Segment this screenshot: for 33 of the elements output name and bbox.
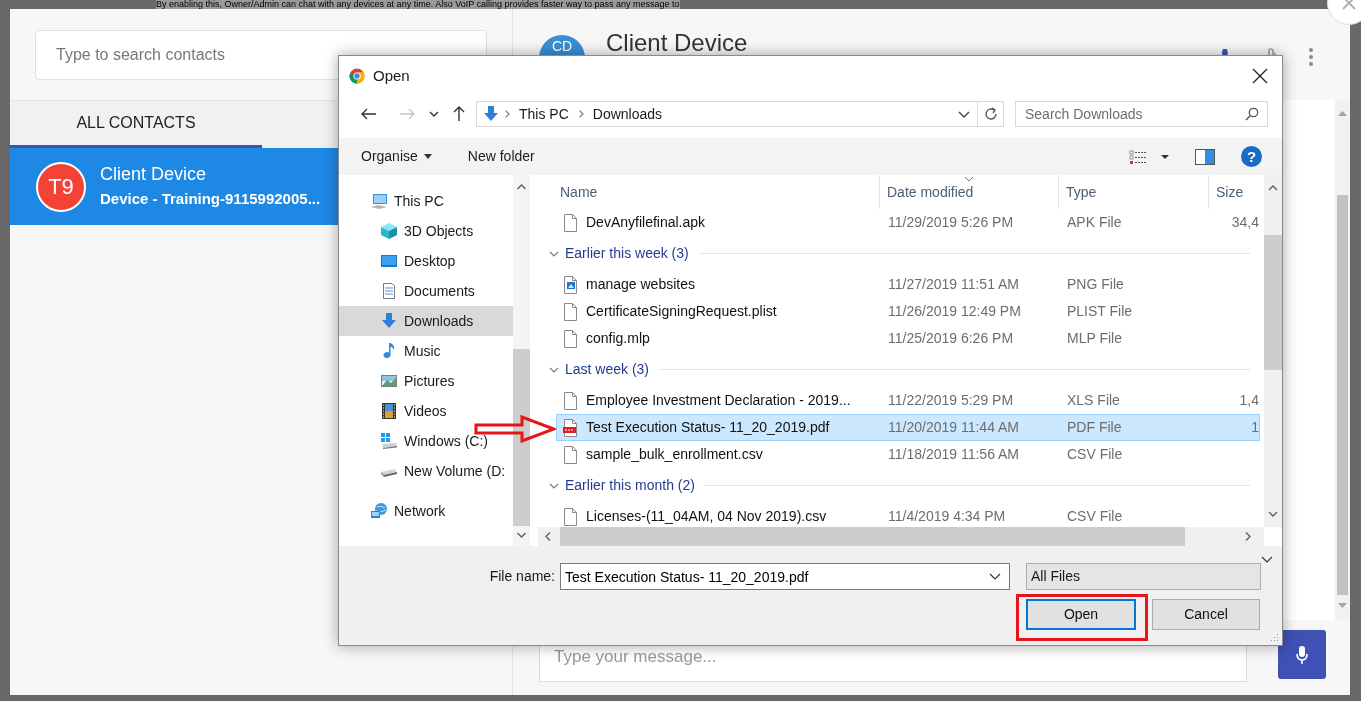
file-name-cell: sample_bulk_enrollment.csv bbox=[557, 444, 881, 465]
contact-name: Client Device bbox=[100, 163, 208, 185]
chat-title: Client Device bbox=[606, 28, 748, 58]
size-cell-text: 1 bbox=[1250, 418, 1259, 437]
type-cell-text: XLS File bbox=[1066, 391, 1121, 410]
date-cell-text: 11/26/2019 12:49 PM bbox=[887, 302, 1022, 321]
date-cell-text: 11/20/2019 11:44 AM bbox=[887, 418, 1021, 437]
type-cell-text: PLIST File bbox=[1066, 302, 1134, 321]
contact-subtitle: Device - Training-9115992005... bbox=[100, 189, 321, 209]
date-cell-text: 11/27/2019 11:51 AM bbox=[887, 275, 1021, 294]
notice-text: By enabling this, Owner/Admin can chat with any devices at any time. Also VoIP calling provides faster way to pass any message to bbox=[156, 0, 680, 9]
file-name-cell: Employee Investment Declaration - 2019... bbox=[557, 390, 881, 411]
date-cell-text: 11/25/2019 6:26 PM bbox=[887, 329, 1015, 348]
file-name-label: File name: bbox=[488, 567, 555, 586]
date-cell-text: 11/4/2019 4:34 PM bbox=[887, 507, 1007, 526]
date-cell-text: 11/18/2019 11:56 AM bbox=[887, 445, 1021, 464]
file-name-cell: DevAnyfilefinal.apk bbox=[557, 212, 881, 233]
type-cell-text: CSV File bbox=[1066, 445, 1124, 464]
type-cell-text: APK File bbox=[1066, 213, 1123, 232]
date-cell-text: 11/29/2019 5:26 PM bbox=[887, 213, 1015, 232]
type-cell-text: CSV File bbox=[1066, 507, 1124, 526]
type-cell-text: PNG File bbox=[1066, 275, 1125, 294]
type-cell-text: MLP File bbox=[1066, 329, 1123, 348]
file-name-cell: Licenses-(11_04AM, 04 Nov 2019).csv bbox=[557, 506, 881, 527]
type-cell-text: PDF File bbox=[1066, 418, 1123, 437]
size-cell-text: 34,4 bbox=[1230, 213, 1259, 232]
size-cell-text: 1,4 bbox=[1238, 391, 1259, 410]
avatar: T9 bbox=[36, 161, 86, 212]
date-cell-text: 11/22/2019 5:29 PM bbox=[887, 391, 1015, 410]
file-name-cell: manage websites bbox=[557, 274, 881, 295]
file-name-cell: Test Execution Status- 11_20_2019.pdf bbox=[557, 417, 881, 438]
file-name-cell: config.mlp bbox=[557, 328, 881, 349]
file-name-cell: CertificateSigningRequest.plist bbox=[557, 301, 881, 322]
